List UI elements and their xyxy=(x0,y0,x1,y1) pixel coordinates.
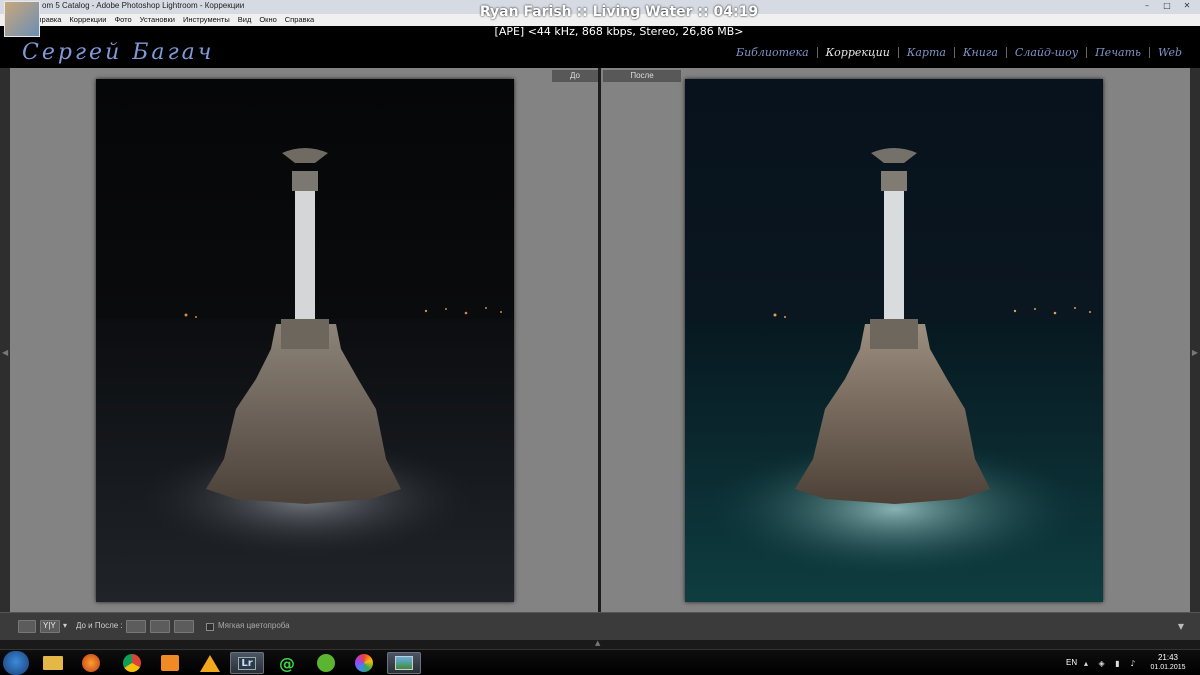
module-map[interactable]: Карта xyxy=(899,46,954,59)
folder-icon xyxy=(43,656,63,670)
lr-icon: Lr xyxy=(238,656,256,670)
module-print[interactable]: Печать xyxy=(1087,46,1149,59)
swap-before-after-button[interactable] xyxy=(174,620,194,633)
compare-dropdown-icon[interactable]: ▾ xyxy=(63,621,67,630)
after-label: После xyxy=(603,70,681,82)
picture-icon xyxy=(395,656,413,670)
monument-photo-after xyxy=(685,79,1103,602)
at-icon: @ xyxy=(279,653,295,673)
after-pane: После xyxy=(601,68,1190,612)
left-panel-toggle[interactable]: ◀ xyxy=(0,68,10,612)
chrome-taskbar-icon[interactable] xyxy=(115,652,149,674)
windows-taskbar: Lr @ EN ▴ ◈ ▮ ♪ 21:43 01.01.2015 xyxy=(0,649,1200,675)
left-arrow-icon: ◀ xyxy=(2,348,9,357)
utorrent-icon xyxy=(317,654,335,672)
toolbar-content-dropdown-icon[interactable]: ▼ xyxy=(1178,622,1184,631)
chrome-icon xyxy=(123,654,141,672)
filmstrip-arrow-icon: ▲ xyxy=(595,639,601,647)
start-button[interactable] xyxy=(3,651,29,675)
copy-before-to-after-button[interactable] xyxy=(126,620,146,633)
filmstrip-handle[interactable]: ▲ xyxy=(0,639,1200,649)
firefox-icon xyxy=(82,654,100,672)
screen: om 5 Catalog - Adobe Photoshop Lightroom… xyxy=(0,0,1200,675)
explorer-taskbar-icon[interactable] xyxy=(36,652,70,674)
clock-time[interactable]: 21:43 xyxy=(1148,653,1188,662)
utorrent-taskbar-icon[interactable] xyxy=(309,652,343,674)
soft-proof-checkbox[interactable] xyxy=(206,623,214,631)
play-icon xyxy=(161,655,179,671)
mail-agent-taskbar-icon[interactable]: @ xyxy=(270,652,304,674)
before-after-label: До и После : xyxy=(76,621,123,630)
before-label: До xyxy=(552,70,598,82)
now-playing-title: Ryan Farish :: Living Water :: 04:19 xyxy=(479,4,759,20)
image-viewer-taskbar-icon[interactable] xyxy=(387,652,421,674)
firefox-taskbar-icon[interactable] xyxy=(74,652,108,674)
media-player-taskbar-icon[interactable] xyxy=(153,652,187,674)
monument-photo-before xyxy=(96,79,514,602)
module-web[interactable]: Web xyxy=(1150,46,1190,59)
develop-toolbar: Y|Y ▾ До и После : Мягкая цветопроба ▼ xyxy=(0,612,1200,640)
clock-date[interactable]: 01.01.2015 xyxy=(1148,664,1188,671)
lightroom-taskbar-icon[interactable]: Lr xyxy=(230,652,264,674)
copy-after-to-before-button[interactable] xyxy=(150,620,170,633)
picasa-icon xyxy=(355,654,373,672)
module-develop[interactable]: Коррекции xyxy=(818,46,898,59)
now-playing-info: [APE] <44 kHz, 868 kbps, Stereo, 26,86 M… xyxy=(494,25,744,38)
compare-mode-label: Y|Y xyxy=(43,621,56,630)
module-slideshow[interactable]: Слайд-шоу xyxy=(1007,46,1086,59)
language-indicator[interactable]: EN xyxy=(1066,658,1077,667)
aimp-icon xyxy=(200,654,220,672)
identity-plate: Сергей Багач xyxy=(22,40,215,65)
before-photo[interactable] xyxy=(96,79,514,602)
picasa-taskbar-icon[interactable] xyxy=(347,652,381,674)
right-panel-toggle[interactable]: ▶ xyxy=(1190,68,1200,612)
module-library[interactable]: Библиотека xyxy=(728,46,817,59)
module-book[interactable]: Книга xyxy=(955,46,1006,59)
right-arrow-icon: ▶ xyxy=(1191,348,1198,357)
module-picker: Библиотека Коррекции Карта Книга Слайд-ш… xyxy=(728,46,1190,59)
workspace: ◀ ▶ До После xyxy=(0,68,1200,612)
soft-proof-label: Мягкая цветопроба xyxy=(218,621,290,630)
system-tray-icons[interactable]: ▴ ◈ ▮ ♪ xyxy=(1084,659,1139,668)
after-photo[interactable] xyxy=(685,79,1103,602)
loupe-view-button[interactable] xyxy=(18,620,36,633)
aimp-taskbar-icon[interactable] xyxy=(193,652,227,674)
before-pane: До xyxy=(10,68,598,612)
